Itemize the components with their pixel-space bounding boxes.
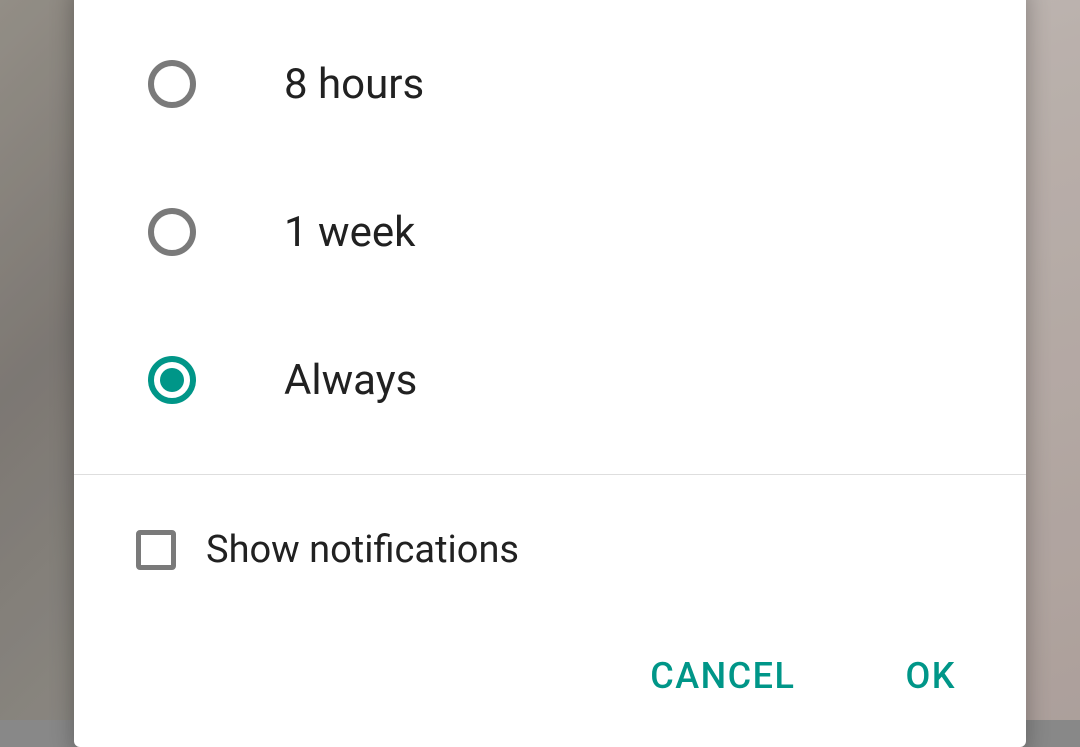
radio-dot-icon <box>160 368 184 392</box>
radio-icon <box>148 208 196 256</box>
radio-label: 1 week <box>284 208 415 257</box>
show-notifications-checkbox-row[interactable]: Show notifications <box>74 475 1026 625</box>
checkbox-icon <box>136 530 176 570</box>
radio-option-1-week[interactable]: 1 week <box>74 158 1026 306</box>
radio-label: 8 hours <box>284 60 424 109</box>
cancel-button[interactable]: CANCEL <box>630 645 815 707</box>
radio-group: 8 hours 1 week Always <box>74 0 1026 474</box>
radio-icon-selected <box>148 356 196 404</box>
dialog-actions: CANCEL OK <box>74 625 1026 747</box>
radio-option-always[interactable]: Always <box>74 306 1026 454</box>
radio-icon <box>148 60 196 108</box>
ok-button[interactable]: OK <box>885 645 976 707</box>
mute-dialog: 8 hours 1 week Always Show notifications… <box>74 0 1026 747</box>
radio-option-8-hours[interactable]: 8 hours <box>74 10 1026 158</box>
checkbox-label: Show notifications <box>206 528 519 572</box>
radio-label: Always <box>284 356 417 405</box>
